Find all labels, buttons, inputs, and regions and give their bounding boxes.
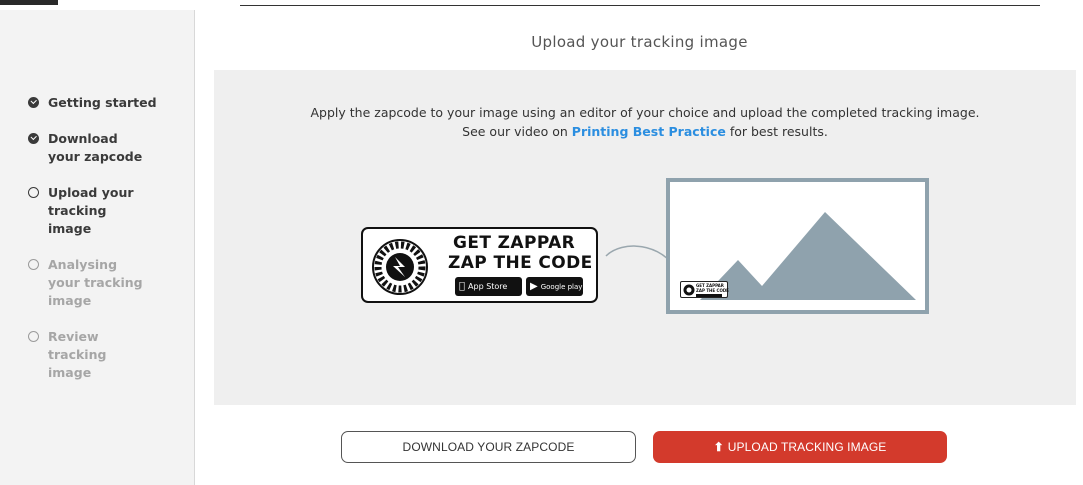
step-review-tracking-image: Review tracking image [28,328,188,382]
top-cut-off-strip [0,0,1083,10]
instructions-text: Apply the zapcode to your image using an… [214,103,1076,141]
check-circle-icon [28,97,39,108]
step-getting-started[interactable]: Getting started [28,94,188,112]
step-download-zapcode[interactable]: Download your zapcode [28,130,188,166]
instructions-suffix: for best results. [725,124,828,139]
top-dark-block [0,0,58,5]
upload-icon: ⬆ [713,440,724,454]
step-upload-tracking-image[interactable]: Upload your tracking image [28,184,188,238]
upload-tracking-image-button[interactable]: ⬆ UPLOAD TRACKING IMAGE [653,431,947,463]
zapcode-logo-icon [372,239,428,295]
step-label: Getting started [48,95,157,110]
play-icon: ▶ [530,281,538,292]
circle-outline-icon [28,187,39,198]
google-play-label: Google play [540,282,583,291]
badge-line-2: ZAP THE CODE [448,253,593,273]
top-rule [240,5,1040,6]
step-label: Upload your tracking image [48,185,134,236]
zapcode-badge-illustration: GET ZAPPAR ZAP THE CODE  App Store ▶ Go… [361,227,598,303]
tracking-image-illustration: GET ZAPPAR ZAP THE CODE [666,178,929,314]
step-label: Review tracking image [48,329,107,380]
apple-icon:  [459,281,465,292]
step-label: Analysing your tracking image [48,257,143,308]
mini-zapcode-logo-icon [683,284,695,296]
google-play-badge: ▶ Google play [526,277,583,296]
instructions-panel: Apply the zapcode to your image using an… [214,70,1076,405]
app-root: Getting started Download your zapcode Up… [0,0,1083,485]
page-title: Upload your tracking image [531,33,748,51]
printing-best-practice-link[interactable]: Printing Best Practice [572,124,726,139]
step-list: Getting started Download your zapcode Up… [28,94,188,400]
mini-store-badges [696,294,722,297]
circle-outline-icon [28,331,39,342]
step-analysing-tracking-image: Analysing your tracking image [28,256,188,310]
badge-line-1: GET ZAPPAR [453,233,576,253]
instructions-line-1: Apply the zapcode to your image using an… [310,105,980,120]
steps-sidebar: Getting started Download your zapcode Up… [0,10,195,485]
circle-outline-icon [28,259,39,270]
app-store-label: App Store [462,282,507,291]
app-store-badge:  App Store [455,277,522,296]
mini-badge-line-2: ZAP THE CODE [696,288,729,293]
download-zapcode-button[interactable]: DOWNLOAD YOUR ZAPCODE [341,431,636,463]
upload-button-label: UPLOAD TRACKING IMAGE [727,440,887,454]
instructions-line-2: See our video on Printing Best Practice … [214,122,1076,141]
download-button-label: DOWNLOAD YOUR ZAPCODE [402,440,575,454]
mini-zapcode-badge: GET ZAPPAR ZAP THE CODE [680,281,729,298]
check-circle-icon [28,133,39,144]
instructions-prefix: See our video on [462,124,572,139]
step-label: Download your zapcode [48,131,143,164]
